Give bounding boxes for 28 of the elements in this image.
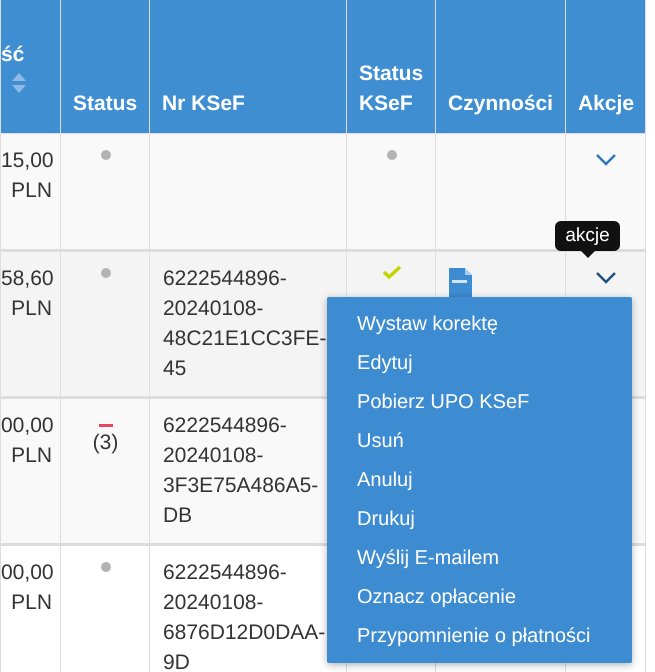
- column-header[interactable]: ść: [1, 40, 24, 70]
- tooltip: akcje: [555, 221, 620, 251]
- amount-text: 58,60 PLN: [1, 266, 54, 320]
- menu-item[interactable]: Usuń: [327, 422, 632, 461]
- ksef-number: 6222544896-20240108-3F3E75A486A5-DB: [163, 414, 318, 526]
- menu-item[interactable]: Wystaw korektę: [327, 305, 632, 344]
- ksef-number: 6222544896-20240108-48C21E1CC3FE-45: [163, 266, 326, 380]
- document-icon[interactable]: [449, 268, 472, 298]
- error-count: (3): [92, 430, 120, 454]
- chevron-down-icon[interactable]: [596, 272, 616, 284]
- amount-text: 00,00 PLN: [1, 560, 54, 614]
- column-header: Akcje: [578, 92, 634, 114]
- column-header: Czynności: [448, 92, 554, 114]
- menu-item[interactable]: Edytuj: [327, 344, 632, 383]
- tooltip-arrow-icon: [580, 251, 594, 258]
- amount-text: 15,00 PLN: [1, 148, 54, 202]
- menu-item[interactable]: Pobierz UPO KSeF: [327, 383, 632, 422]
- ksef-number: 6222544896-20240108-6876D12D0DAA-9D: [163, 560, 326, 672]
- menu-item[interactable]: Anuluj: [327, 461, 632, 500]
- menu-item[interactable]: Drukuj: [327, 500, 632, 539]
- column-header: Nr KSeF: [162, 92, 245, 114]
- menu-item[interactable]: Oznacz opłacenie: [327, 578, 632, 617]
- column-header: Status: [73, 92, 138, 114]
- menu-item[interactable]: Wyślij E-mailem: [327, 539, 632, 578]
- amount-text: 00,00 PLN: [1, 414, 54, 466]
- column-header: Status KSeF: [359, 62, 424, 114]
- menu-item[interactable]: Przypomnienie o płatności: [327, 617, 632, 656]
- chevron-down-icon[interactable]: [596, 154, 616, 166]
